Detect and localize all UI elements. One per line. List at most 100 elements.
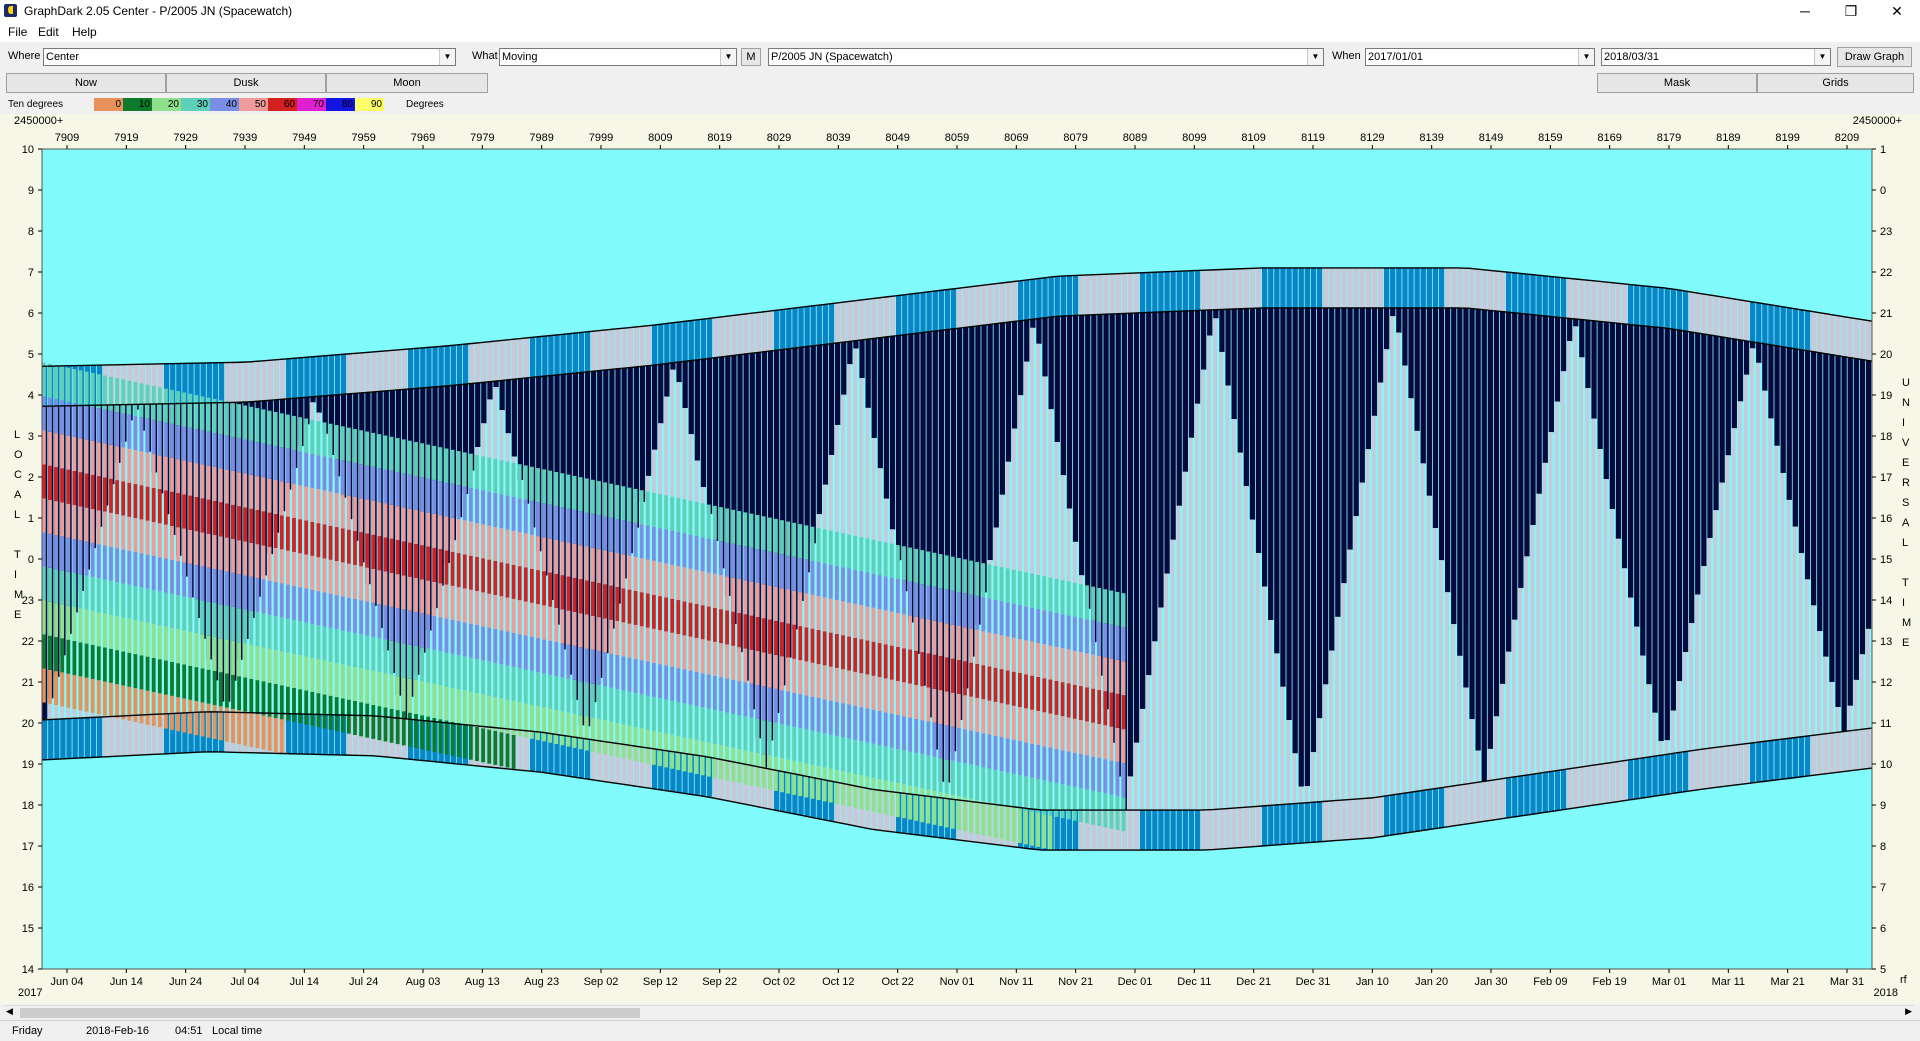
- end-date-select[interactable]: 2018/03/31 ▼: [1601, 48, 1831, 66]
- night-column: [1438, 307, 1445, 561]
- twilight-column: [1481, 269, 1487, 310]
- moonlit-column: [1286, 720, 1291, 805]
- night-column: [1548, 316, 1554, 433]
- altitude-band: [639, 694, 644, 729]
- altitude-band: [932, 722, 937, 757]
- altitude-band: [389, 538, 394, 573]
- horizontal-scrollbar[interactable]: ◀ ▶: [4, 1005, 1914, 1020]
- altitude-band: [517, 464, 522, 499]
- altitude-band: [383, 435, 388, 470]
- altitude-band: [517, 566, 522, 601]
- altitude-band: [505, 597, 510, 632]
- altitude-band: [780, 622, 784, 657]
- altitude-band: [566, 508, 571, 543]
- altitude-band: [292, 687, 296, 722]
- twilight-column: [1804, 310, 1811, 351]
- twilight-column: [1079, 275, 1085, 316]
- night-column: [1359, 307, 1365, 483]
- mask-button[interactable]: Mask: [1597, 73, 1757, 93]
- altitude-band: [987, 734, 992, 769]
- altitude-band: [365, 465, 370, 500]
- altitude-band: [432, 445, 437, 480]
- chevron-down-icon[interactable]: ▼: [1814, 49, 1830, 65]
- altitude-band: [121, 685, 126, 720]
- start-date-select[interactable]: 2017/01/01 ▼: [1365, 48, 1595, 66]
- scroll-thumb[interactable]: [20, 1008, 640, 1018]
- altitude-band: [792, 556, 797, 591]
- altitude-band: [572, 543, 577, 578]
- altitude-band: [548, 640, 553, 675]
- chevron-down-icon[interactable]: ▼: [1307, 49, 1323, 65]
- altitude-band: [609, 653, 614, 688]
- altitude-band: [835, 701, 839, 736]
- maximize-button[interactable]: ❐: [1828, 0, 1874, 22]
- twilight-column: [1359, 798, 1365, 839]
- twilight-column: [1859, 729, 1866, 770]
- moonlit-column: [1255, 553, 1260, 807]
- altitude-band: [206, 533, 211, 568]
- scroll-right-icon[interactable]: ▶: [1905, 1006, 1912, 1017]
- altitude-band: [1011, 603, 1016, 638]
- menu-file[interactable]: File: [8, 25, 27, 39]
- what-select[interactable]: Moving ▼: [499, 48, 737, 66]
- night-column: [1298, 307, 1304, 787]
- chevron-down-icon[interactable]: ▼: [720, 49, 736, 65]
- where-select[interactable]: Center ▼: [43, 48, 456, 66]
- moon-button[interactable]: Moon: [326, 73, 488, 93]
- altitude-band: [908, 649, 912, 684]
- close-button[interactable]: ✕: [1874, 0, 1920, 22]
- grids-button[interactable]: Grids: [1757, 73, 1914, 93]
- altitude-band: [896, 680, 900, 715]
- altitude-band: [859, 571, 864, 606]
- altitude-band: [109, 614, 113, 649]
- twilight-column: [347, 354, 353, 394]
- draw-graph-button[interactable]: Draw Graph: [1837, 47, 1912, 67]
- altitude-band: [408, 610, 412, 645]
- legend-swatch: 30: [181, 98, 210, 111]
- twilight-column: [218, 362, 225, 403]
- night-column: [1237, 308, 1243, 453]
- object-select[interactable]: P/2005 JN (Spacewatch) ▼: [768, 48, 1324, 66]
- altitude-band: [377, 536, 382, 571]
- altitude-band: [1060, 682, 1065, 717]
- altitude-band: [383, 571, 388, 606]
- what-label: What: [472, 50, 498, 62]
- moonlit-column: [1359, 482, 1364, 799]
- minimize-button[interactable]: ─: [1782, 0, 1828, 22]
- chevron-down-icon[interactable]: ▼: [439, 49, 455, 65]
- altitude-band: [103, 477, 107, 512]
- moonlit-column: [1170, 539, 1175, 811]
- twilight-column: [1030, 279, 1036, 320]
- night-column: [481, 382, 487, 424]
- night-column: [1731, 338, 1737, 429]
- m-button[interactable]: M: [741, 48, 761, 66]
- altitude-band: [334, 629, 339, 664]
- altitude-band: [511, 598, 516, 633]
- twilight-column: [1152, 272, 1158, 313]
- altitude-band: [981, 631, 986, 666]
- chevron-down-icon[interactable]: ▼: [1578, 49, 1594, 65]
- altitude-band: [157, 523, 162, 558]
- dusk-button[interactable]: Dusk: [166, 73, 326, 93]
- altitude-band: [1018, 741, 1022, 776]
- twilight-column: [1292, 803, 1298, 844]
- left-tick-label: 23: [22, 595, 34, 607]
- menu-help[interactable]: Help: [72, 25, 97, 39]
- altitude-band: [322, 626, 327, 661]
- twilight-column: [1018, 281, 1024, 322]
- altitude-band: [950, 692, 955, 727]
- altitude-band: [536, 604, 540, 639]
- altitude-band: [560, 473, 565, 508]
- menu-edit[interactable]: Edit: [38, 25, 59, 39]
- now-button[interactable]: Now: [6, 73, 166, 93]
- night-column: [1066, 315, 1073, 509]
- altitude-band: [499, 562, 504, 597]
- altitude-band: [975, 731, 980, 766]
- twilight-column: [1115, 273, 1121, 314]
- twilight-column: [1152, 810, 1158, 851]
- scroll-left-icon[interactable]: ◀: [6, 1006, 13, 1017]
- night-column: [1152, 312, 1158, 642]
- altitude-band: [487, 457, 492, 492]
- altitude-band: [176, 425, 180, 460]
- altitude-band: [438, 617, 443, 652]
